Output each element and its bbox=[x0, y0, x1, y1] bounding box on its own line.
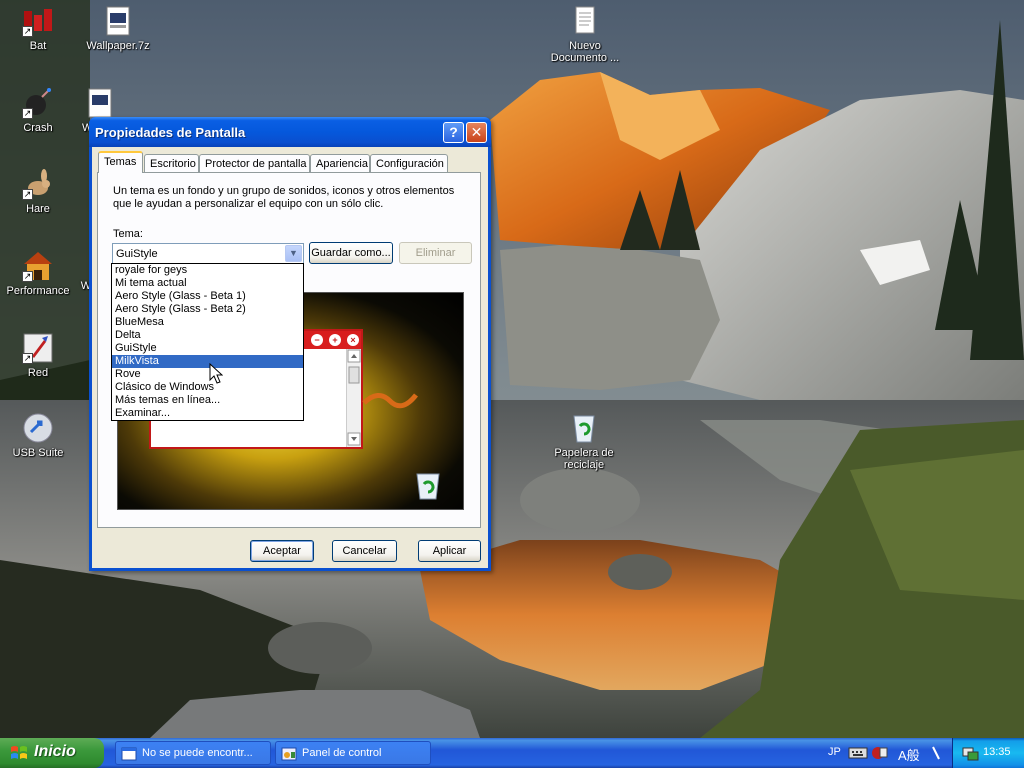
text-document-icon bbox=[569, 5, 601, 37]
dropdown-item[interactable]: Mi tema actual bbox=[112, 277, 303, 290]
system-tray: 13:35 bbox=[952, 738, 1024, 768]
archive-file-icon bbox=[102, 5, 134, 37]
dropdown-item[interactable]: GuiStyle bbox=[112, 342, 303, 355]
clock[interactable]: 13:35 bbox=[983, 746, 1011, 758]
desktop-icon-label: Wallpaper.7z bbox=[86, 40, 150, 52]
network-rocket-icon: ↗ bbox=[22, 332, 54, 364]
dropdown-item[interactable]: Aero Style (Glass - Beta 1) bbox=[112, 290, 303, 303]
minimize-icon: − bbox=[311, 334, 323, 346]
maximize-icon: + bbox=[329, 334, 341, 346]
taskbar-button-label: Panel de control bbox=[302, 747, 382, 759]
network-tray-icon[interactable] bbox=[961, 745, 979, 761]
taskbar: Inicio No se puede encontr... Panel de c… bbox=[0, 738, 1024, 768]
desktop-icon-label: Hare bbox=[26, 203, 50, 215]
doghouse-icon: ↗ bbox=[22, 250, 54, 282]
desktop-icon-label: Nuevo Documento ... bbox=[550, 40, 620, 64]
close-button[interactable]: ✕ bbox=[466, 122, 487, 143]
preview-logo-swirl bbox=[362, 393, 418, 409]
desktop-icon-label: Red bbox=[27, 367, 49, 379]
control-panel-icon bbox=[281, 747, 297, 761]
hare-icon: ↗ bbox=[22, 168, 54, 200]
dropdown-item[interactable]: Delta bbox=[112, 329, 303, 342]
dropdown-item[interactable]: royale for geys bbox=[112, 264, 303, 277]
desktop-icon-wallpaper-7z[interactable]: Wallpaper.7z bbox=[80, 5, 156, 52]
theme-select[interactable]: GuiStyle ▼ bbox=[112, 243, 304, 264]
desktop-icon-label: Bat bbox=[29, 40, 47, 52]
taskbar-button-control-panel[interactable]: Panel de control bbox=[275, 741, 431, 765]
mouse-cursor-icon bbox=[209, 363, 223, 384]
tema-label: Tema: bbox=[113, 228, 143, 240]
dialog-title: Propiedades de Pantalla bbox=[95, 125, 246, 140]
dropdown-item[interactable]: Clásico de Windows bbox=[112, 381, 303, 394]
desktop-icon-red[interactable]: ↗ Red bbox=[0, 332, 76, 379]
dropdown-item[interactable]: BlueMesa bbox=[112, 316, 303, 329]
ime-options-icon[interactable] bbox=[930, 745, 942, 761]
ime-pad-icon[interactable] bbox=[870, 744, 888, 762]
theme-dropdown-list[interactable]: royale for geys Mi tema actual Aero Styl… bbox=[111, 263, 304, 421]
dropdown-item[interactable]: Más temas en línea... bbox=[112, 394, 303, 407]
tab-escritorio[interactable]: Escritorio bbox=[144, 154, 199, 172]
desktop-icon-label: USB Suite bbox=[12, 447, 64, 459]
tab-apariencia[interactable]: Apariencia bbox=[310, 154, 370, 172]
start-button[interactable]: Inicio bbox=[0, 738, 104, 768]
dropdown-item[interactable]: Rove bbox=[112, 368, 303, 381]
language-indicator[interactable]: JP bbox=[828, 746, 841, 758]
dialog-titlebar[interactable]: Propiedades de Pantalla ? ✕ bbox=[89, 117, 491, 147]
language-bar[interactable]: JP A般 bbox=[824, 738, 952, 768]
desktop-icon-bat[interactable]: ↗ Bat bbox=[0, 5, 76, 52]
usb-suite-icon bbox=[22, 412, 54, 444]
close-icon: × bbox=[347, 334, 359, 346]
recycle-bin-icon bbox=[568, 412, 600, 444]
apply-button[interactable]: Aplicar bbox=[418, 540, 481, 562]
windows-logo-icon bbox=[11, 746, 27, 759]
keyboard-icon[interactable] bbox=[848, 746, 868, 760]
dropdown-item[interactable]: Examinar... bbox=[112, 407, 303, 420]
desktop-icon-label: Performance bbox=[6, 285, 70, 297]
archive-file-icon bbox=[84, 87, 116, 119]
dropdown-item[interactable]: Aero Style (Glass - Beta 2) bbox=[112, 303, 303, 316]
help-button[interactable]: ? bbox=[443, 122, 464, 143]
theme-select-value: GuiStyle bbox=[116, 248, 158, 260]
save-as-button[interactable]: Guardar como... bbox=[309, 242, 393, 264]
taskbar-button-label: No se puede encontr... bbox=[142, 747, 253, 759]
desktop-icon-recycle-bin[interactable]: Papelera de reciclaje bbox=[546, 412, 622, 471]
desktop-icon-usb-suite[interactable]: USB Suite bbox=[0, 412, 76, 459]
tab-configuracion[interactable]: Configuración bbox=[370, 154, 448, 172]
ime-mode-indicator[interactable]: A般 bbox=[898, 745, 920, 764]
desktop-icon-nuevo-documento[interactable]: Nuevo Documento ... bbox=[547, 5, 623, 64]
ok-button[interactable]: Aceptar bbox=[250, 540, 314, 562]
desktop-icon-crash[interactable]: ↗ Crash bbox=[0, 87, 76, 134]
preview-recycle-bin-icon bbox=[416, 473, 440, 500]
taskbar-button-explorer[interactable]: No se puede encontr... bbox=[115, 741, 271, 765]
desktop-icon-label: Crash bbox=[23, 122, 53, 134]
start-label: Inicio bbox=[34, 743, 76, 760]
desktop-icon-performance[interactable]: ↗ Performance bbox=[0, 250, 76, 297]
tab-protector-de-pantalla[interactable]: Protector de pantalla bbox=[199, 154, 310, 172]
bat-file-icon: ↗ bbox=[22, 5, 54, 37]
preview-scrollbar bbox=[346, 349, 361, 447]
desktop-icon-label: Papelera de reciclaje bbox=[554, 447, 614, 471]
desktop-icon-hare[interactable]: ↗ Hare bbox=[0, 168, 76, 215]
bomb-icon: ↗ bbox=[22, 87, 54, 119]
delete-theme-button[interactable]: Eliminar bbox=[399, 242, 472, 264]
themes-description: Un tema es un fondo y un grupo de sonido… bbox=[113, 185, 455, 210]
tab-temas[interactable]: Temas bbox=[98, 151, 143, 173]
chevron-down-icon[interactable]: ▼ bbox=[285, 245, 302, 262]
window-icon bbox=[121, 747, 137, 761]
cancel-button[interactable]: Cancelar bbox=[332, 540, 397, 562]
dropdown-item-selected[interactable]: MilkVista bbox=[112, 355, 303, 368]
